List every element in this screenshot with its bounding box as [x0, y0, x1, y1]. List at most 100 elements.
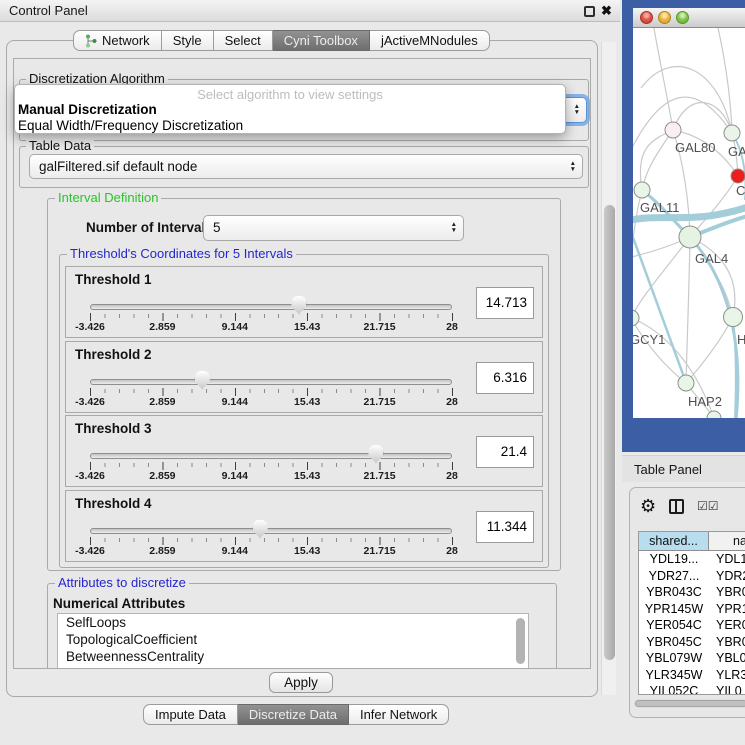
gear-icon[interactable]: ⚙ [640, 496, 656, 516]
cell-name[interactable]: YDR2 [709, 568, 745, 585]
threshold-2-value-field[interactable]: 6.316 [476, 362, 534, 394]
numerical-attributes-label: Numerical Attributes [53, 596, 185, 611]
number-of-intervals-label: Number of Intervals [86, 220, 213, 235]
cell-shared-name[interactable]: YBR045C [639, 634, 709, 651]
threshold-4-value-field[interactable]: 11.344 [476, 511, 534, 543]
attribute-list-item[interactable]: TopologicalCoefficient [58, 631, 528, 648]
column-selector-icon[interactable] [669, 499, 684, 514]
tab-select[interactable]: Select [214, 30, 273, 51]
spinner-stepper-icon[interactable]: ▲▼ [451, 216, 457, 240]
panel-scrollbar-thumb[interactable] [604, 205, 615, 660]
table-row[interactable]: YIL052CYIL0 [639, 683, 745, 695]
node-table[interactable]: shared... na YDL19...YDL1YDR27...YDR2YBR… [638, 531, 745, 695]
slider-tick-label: -3.426 [75, 321, 105, 333]
threshold-4-slider-track[interactable] [90, 528, 452, 534]
cell-name[interactable]: YBR0 [709, 584, 745, 601]
threshold-2-slider-track[interactable] [90, 379, 452, 385]
panel-scrollbar[interactable] [601, 42, 616, 695]
tab-jactivemnodules[interactable]: jActiveMNodules [370, 30, 490, 51]
network-node[interactable] [679, 226, 701, 248]
table-row[interactable]: YBR043CYBR0 [639, 584, 745, 601]
cell-shared-name[interactable]: YDR27... [639, 568, 709, 585]
table-row[interactable]: YLR345WYLR3 [639, 667, 745, 684]
interval-definition-title: Interval Definition [55, 190, 161, 205]
cell-name[interactable]: YBL0 [709, 650, 745, 667]
network-window-titlebar[interactable] [633, 8, 745, 28]
cell-shared-name[interactable]: YPR145W [639, 601, 709, 618]
list-scrollbar-thumb[interactable] [516, 618, 525, 664]
popup-option-manual-discretization[interactable]: Manual Discretization [18, 102, 157, 117]
combo-stepper-icon[interactable]: ▲▼ [570, 155, 576, 178]
cell-shared-name[interactable]: YLR345W [639, 667, 709, 684]
slider-tick-label: 2.859 [149, 470, 175, 482]
number-of-intervals-spinner[interactable]: 5 ▲▼ [203, 215, 464, 241]
zoom-traffic-light-icon[interactable] [676, 11, 689, 24]
tab-network[interactable]: Network [73, 30, 162, 51]
network-canvas[interactable]: GAL80GACGAL11GAL4GCY1HHAP2 [633, 28, 745, 418]
threshold-1-value-field[interactable]: 14.713 [476, 287, 534, 319]
cell-shared-name[interactable]: YER054C [639, 617, 709, 634]
threshold-1-slider-track[interactable] [90, 304, 452, 310]
network-node-label: C [736, 183, 745, 198]
table-row[interactable]: YBL079WYBL0 [639, 650, 745, 667]
network-node[interactable] [665, 122, 681, 138]
network-node[interactable] [633, 310, 639, 326]
cyni-toolbox-panel: Discretization Algorithm ▲▼ Table Data g… [6, 40, 598, 697]
network-node[interactable] [731, 169, 745, 183]
table-row[interactable]: YDR27...YDR2 [639, 568, 745, 585]
tab-discretize-data[interactable]: Discretize Data [238, 704, 349, 725]
cell-shared-name[interactable]: YBR043C [639, 584, 709, 601]
table-row[interactable]: YPR145WYPR1 [639, 601, 745, 618]
tab-impute-data[interactable]: Impute Data [143, 704, 238, 725]
cell-name[interactable]: YLR3 [709, 667, 745, 684]
table-row[interactable]: YDL19...YDL1 [639, 551, 745, 568]
cell-name[interactable]: YDL1 [709, 551, 745, 568]
float-window-icon[interactable] [584, 6, 595, 17]
network-node[interactable] [724, 308, 743, 327]
cell-name[interactable]: YPR1 [709, 601, 745, 618]
control-panel-titlebar: Control Panel ✖ [0, 0, 620, 22]
network-node[interactable] [678, 375, 694, 391]
apply-button[interactable]: Apply [269, 672, 333, 693]
table-row[interactable]: YER054CYER0 [639, 617, 745, 634]
popup-option-equal-width-frequency[interactable]: Equal Width/Frequency Discretization [18, 118, 243, 133]
combo-stepper-icon[interactable]: ▲▼ [574, 98, 580, 122]
attributes-group-title: Attributes to discretize [55, 575, 189, 590]
attribute-list-item[interactable]: BetweennessCentrality [58, 648, 528, 665]
cell-shared-name[interactable]: YBL079W [639, 650, 709, 667]
tab-style[interactable]: Style [162, 30, 214, 51]
column-header-name[interactable]: na [709, 532, 745, 550]
table-horizontal-scrollbar[interactable] [634, 699, 745, 708]
tab-cyni-toolbox[interactable]: Cyni Toolbox [273, 30, 370, 51]
network-node-label: GA [728, 144, 745, 159]
close-icon[interactable]: ✖ [601, 0, 612, 21]
table-panel-header: Table Panel [622, 455, 745, 482]
slider-tick-label: 2.859 [149, 321, 175, 333]
cell-name[interactable]: YIL0 [709, 683, 745, 695]
cell-name[interactable]: YBR0 [709, 634, 745, 651]
cell-shared-name[interactable]: YIL052C [639, 683, 709, 695]
select-checkboxes-icon[interactable]: ☑☑ [697, 499, 719, 513]
table-panel: ⚙ ☑☑ shared... na YDL19...YDL1YDR27...YD… [629, 487, 745, 718]
network-icon [85, 34, 97, 48]
slider-tick-label: -3.426 [75, 545, 105, 557]
minimize-traffic-light-icon[interactable] [658, 11, 671, 24]
table-data-combobox[interactable]: galFiltered.sif default node ▲▼ [29, 154, 583, 179]
table-data-group-title: Table Data [26, 138, 94, 153]
cyni-mode-tabbar: Impute Data Discretize Data Infer Networ… [143, 704, 449, 725]
slider-tick-label: 9.144 [222, 396, 248, 408]
network-node[interactable] [724, 125, 740, 141]
cell-name[interactable]: YER0 [709, 617, 745, 634]
table-hscrollbar-thumb[interactable] [635, 700, 745, 707]
table-row[interactable]: YBR045CYBR0 [639, 634, 745, 651]
close-traffic-light-icon[interactable] [640, 11, 653, 24]
column-header-shared-name[interactable]: shared... [639, 532, 709, 550]
cell-shared-name[interactable]: YDL19... [639, 551, 709, 568]
tab-infer-network[interactable]: Infer Network [349, 704, 449, 725]
attribute-list-item[interactable]: SelfLoops [58, 614, 528, 631]
numerical-attributes-list[interactable]: SelfLoopsTopologicalCoefficientBetweenne… [57, 613, 529, 669]
threshold-2-box: Threshold 2 -3.4262.8599.14415.4321.7152… [65, 341, 543, 413]
threshold-3-value-field[interactable]: 21.4 [476, 436, 534, 468]
network-node[interactable] [634, 182, 650, 198]
threshold-3-slider-track[interactable] [90, 453, 452, 459]
